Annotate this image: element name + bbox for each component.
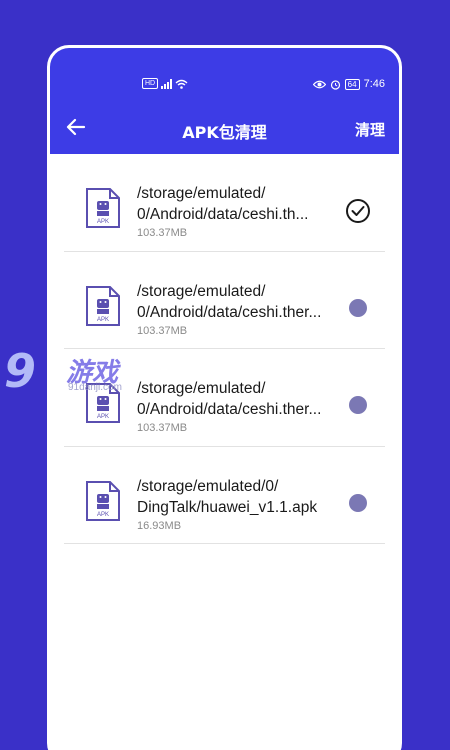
unchecked-radio[interactable] xyxy=(349,493,367,512)
nav-bar: APK包清理 清理 xyxy=(50,114,399,144)
apk-label: APK xyxy=(97,219,109,225)
file-path-line2: 0/Android/data/ceshi.ther... xyxy=(137,401,322,418)
list-item[interactable]: APK /storage/emulated/ 0/Android/data/ce… xyxy=(64,349,385,447)
file-path-line2: 0/Android/data/ceshi.ther... xyxy=(137,303,322,321)
app-header: HD 64 7:46 APK包清理 清理 xyxy=(50,48,399,154)
file-info: /storage/emulated/0/ DingTalk/huawei_v1.… xyxy=(137,476,337,532)
file-path-line2: 0/Android/data/ceshi.th... xyxy=(137,206,309,223)
file-path-line1: /storage/emulated/0/ xyxy=(137,477,279,495)
list-item[interactable]: APK /storage/emulated/ 0/Android/data/ce… xyxy=(64,154,385,252)
hd-badge: HD xyxy=(142,78,159,89)
unchecked-radio[interactable] xyxy=(349,298,367,317)
apk-label: APK xyxy=(97,512,109,518)
apk-label: APK xyxy=(97,414,109,420)
file-size: 16.93MB xyxy=(137,519,182,532)
file-info: /storage/emulated/ 0/Android/data/ceshi.… xyxy=(137,378,337,434)
signal-icon xyxy=(161,78,173,89)
file-size: 103.37MB xyxy=(137,422,188,434)
checked-circle-icon[interactable] xyxy=(345,198,371,224)
clean-button[interactable]: 清理 xyxy=(355,119,385,140)
alarm-icon xyxy=(330,79,340,90)
file-info: /storage/emulated/ 0/Android/data/ceshi.… xyxy=(137,281,337,337)
file-path-line1: /storage/emulated/ xyxy=(137,282,266,300)
apk-label: APK xyxy=(97,317,109,323)
file-path-line1: /storage/emulated/ xyxy=(137,380,266,397)
apk-file-icon: APK xyxy=(86,383,120,423)
file-size: 103.37MB xyxy=(137,324,188,337)
file-size: 103.37MB xyxy=(137,227,188,239)
eye-icon xyxy=(312,80,326,88)
status-time: 7:46 xyxy=(363,78,385,90)
status-left: HD xyxy=(142,78,188,89)
apk-file-icon: APK xyxy=(86,480,120,521)
page-title: APK包清理 xyxy=(182,123,267,142)
apk-file-list: APK /storage/emulated/ 0/Android/data/ce… xyxy=(50,154,399,544)
status-bar: HD 64 7:46 xyxy=(50,76,399,96)
file-path-line2: DingTalk/huawei_v1.1.apk xyxy=(137,498,318,516)
unchecked-radio[interactable] xyxy=(349,396,367,414)
list-item[interactable]: APK /storage/emulated/0/ DingTalk/huawei… xyxy=(64,447,385,544)
battery-indicator: 64 xyxy=(344,78,360,90)
wifi-icon xyxy=(175,79,188,89)
phone-frame: HD 64 7:46 APK包清理 清理 APK /storage/emulat… xyxy=(47,45,402,750)
list-item[interactable]: APK /storage/emulated/ 0/Android/data/ce… xyxy=(64,252,385,349)
file-info: /storage/emulated/ 0/Android/data/ceshi.… xyxy=(137,183,337,239)
apk-file-icon: APK xyxy=(86,285,120,326)
watermark-number: 9 xyxy=(4,344,37,398)
status-right: 64 7:46 xyxy=(312,78,385,90)
file-path-line1: /storage/emulated/ xyxy=(137,185,266,202)
apk-file-icon: APK xyxy=(86,188,120,228)
